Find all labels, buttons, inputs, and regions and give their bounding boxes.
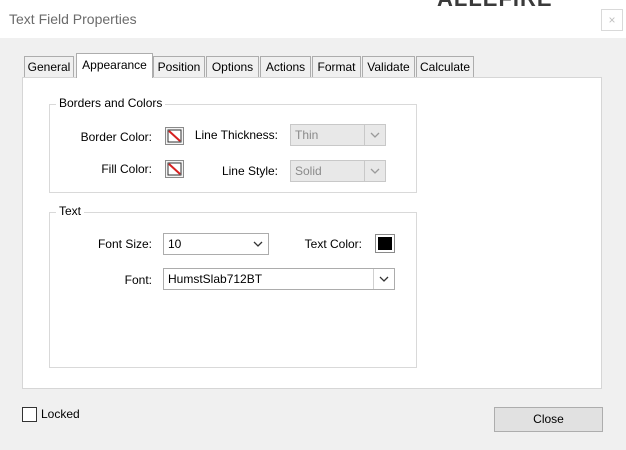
text-color-label: Text Color: — [304, 237, 362, 251]
tab-options[interactable]: Options — [206, 56, 259, 77]
font-size-label: Font Size: — [97, 237, 152, 251]
text-group: Text Font Size: 10 Text Color: Font: Hum… — [49, 204, 417, 368]
border-color-label: Border Color: — [80, 130, 152, 144]
locked-checkbox[interactable] — [22, 407, 37, 422]
font-value: HumstSlab712BT — [168, 272, 263, 286]
font-dropdown[interactable]: HumstSlab712BT — [163, 268, 395, 290]
fill-color-label: Fill Color: — [101, 162, 152, 176]
borders-and-colors-group: Borders and Colors Border Color: Line Th… — [49, 96, 417, 193]
font-label: Font: — [124, 273, 152, 287]
tab-calculate[interactable]: Calculate — [416, 56, 474, 77]
close-icon[interactable]: × — [601, 9, 623, 31]
no-color-icon — [167, 129, 182, 143]
chevron-down-icon — [364, 161, 385, 181]
line-thickness-dropdown[interactable]: Thin — [290, 124, 386, 146]
close-button[interactable]: Close — [494, 407, 603, 432]
chevron-down-icon — [373, 269, 394, 289]
background-app-text: ALLEFIRE — [437, 0, 553, 12]
line-style-dropdown[interactable]: Solid — [290, 160, 386, 182]
font-size-value: 10 — [168, 237, 182, 251]
tab-general[interactable]: General — [24, 56, 74, 77]
tab-appearance[interactable]: Appearance — [76, 53, 153, 78]
appearance-panel: Borders and Colors Border Color: Line Th… — [22, 77, 602, 389]
font-size-dropdown[interactable]: 10 — [163, 233, 269, 255]
no-color-icon — [167, 162, 182, 176]
chevron-down-icon — [364, 125, 385, 145]
tab-actions[interactable]: Actions — [260, 56, 311, 77]
line-style-value: Solid — [295, 164, 322, 178]
line-thickness-value: Thin — [295, 128, 319, 142]
chevron-down-icon — [248, 234, 268, 254]
title-bar: ALLEFIRE Text Field Properties × — [0, 0, 626, 38]
tab-format[interactable]: Format — [312, 56, 361, 77]
fill-color-swatch[interactable] — [165, 160, 184, 178]
tab-position[interactable]: Position — [153, 56, 205, 77]
borders-and-colors-title: Borders and Colors — [56, 96, 166, 110]
tab-validate[interactable]: Validate — [362, 56, 415, 77]
text-color-fill — [378, 237, 392, 250]
text-group-title: Text — [56, 204, 85, 218]
border-color-swatch[interactable] — [165, 127, 184, 145]
line-thickness-label: Line Thickness: — [194, 128, 278, 142]
locked-label: Locked — [41, 407, 80, 421]
line-style-label: Line Style: — [221, 164, 278, 178]
text-color-swatch[interactable] — [375, 234, 395, 253]
dialog-title: Text Field Properties — [9, 11, 137, 27]
